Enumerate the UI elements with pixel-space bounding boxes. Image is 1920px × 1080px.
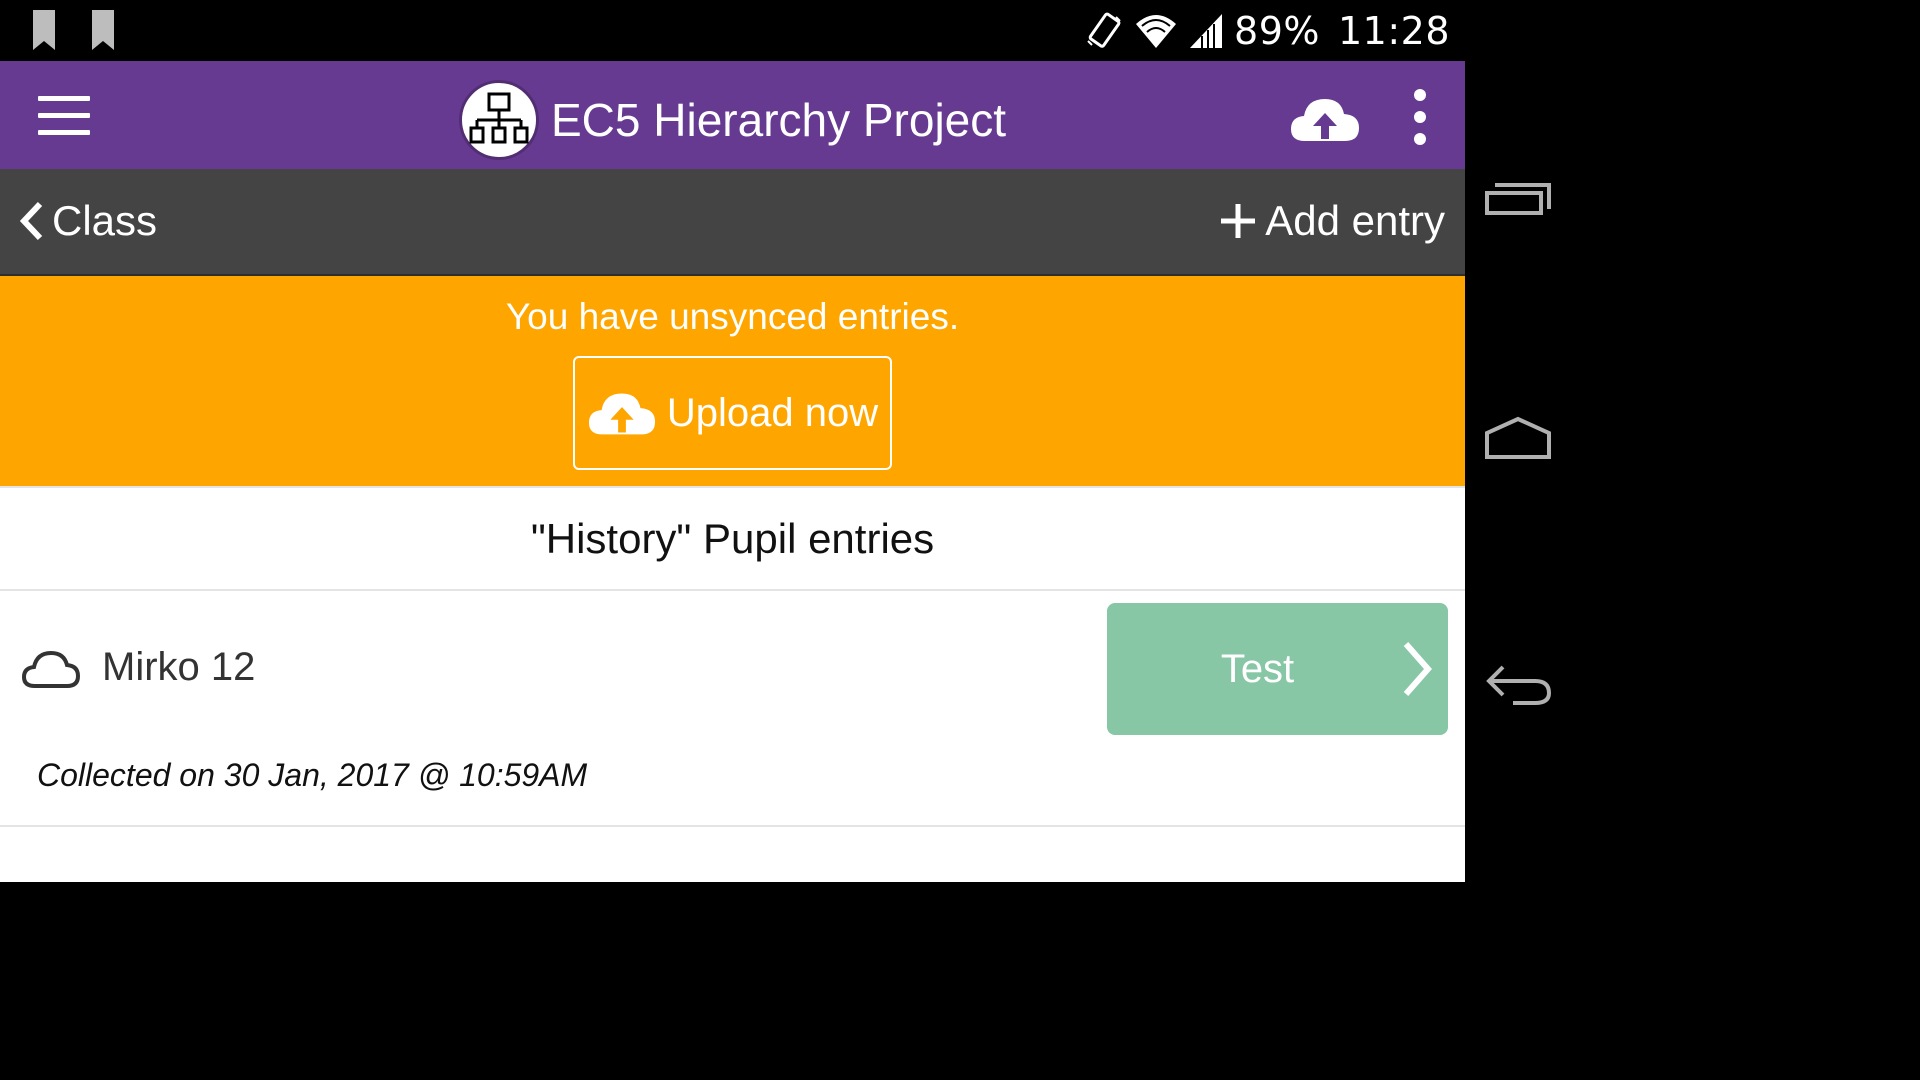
entry-collected-date: Collected on 30 Jan, 2017 @ 10:59AM: [37, 757, 588, 793]
bookmark-icon: [33, 10, 55, 50]
app-title: EC5 Hierarchy Project: [551, 94, 1007, 146]
app-brand: EC5 Hierarchy Project: [459, 80, 1006, 160]
back-button[interactable]: Class: [18, 197, 157, 245]
status-bar: 89% 11:28: [0, 0, 1568, 61]
child-entries-button[interactable]: Test: [1107, 603, 1448, 735]
hierarchy-icon: [459, 80, 539, 160]
back-label: Class: [52, 197, 158, 244]
signal-icon: [1190, 14, 1223, 48]
back-icon[interactable]: [1483, 659, 1553, 709]
bookmark-icon: [92, 10, 114, 50]
cloud-upload-icon[interactable]: [1289, 95, 1361, 143]
list-heading: "History" Pupil entries: [0, 486, 1465, 591]
child-button-label: Test: [1220, 646, 1295, 691]
chevron-right-icon: [1403, 642, 1432, 696]
add-entry-label: Add entry: [1265, 197, 1445, 244]
vibrate-icon: [1087, 12, 1121, 48]
cloud-upload-icon: [588, 393, 655, 435]
unsynced-banner: You have unsynced entries. Upload now: [0, 276, 1465, 486]
app-bar: EC5 Hierarchy Project: [0, 61, 1465, 169]
hamburger-icon[interactable]: [38, 96, 90, 136]
list-item[interactable]: Mirko 12 Collected on 30 Jan, 2017 @ 10:…: [0, 591, 1465, 827]
battery-level: 89%: [1234, 9, 1320, 53]
clock: 11:28: [1337, 9, 1450, 53]
entry-title: Mirko 12: [102, 645, 256, 689]
navigation-bar: Class Add entry: [0, 169, 1465, 276]
recents-icon[interactable]: [1483, 171, 1553, 221]
add-entry-button[interactable]: Add entry: [1221, 197, 1445, 245]
app-screen: EC5 Hierarchy Project Class Add entry Yo…: [0, 61, 1465, 882]
plus-icon: [1221, 204, 1256, 238]
chevron-left-icon: [19, 201, 43, 241]
more-vert-icon[interactable]: [1406, 89, 1434, 145]
upload-now-label: Upload now: [666, 390, 879, 435]
unsynced-message: You have unsynced entries.: [505, 296, 960, 337]
system-nav-bar: [1465, 61, 1568, 882]
upload-now-button[interactable]: Upload now: [573, 356, 892, 470]
cloud-outline-icon: [21, 650, 81, 688]
home-icon[interactable]: [1483, 413, 1553, 463]
wifi-icon: [1136, 15, 1177, 48]
